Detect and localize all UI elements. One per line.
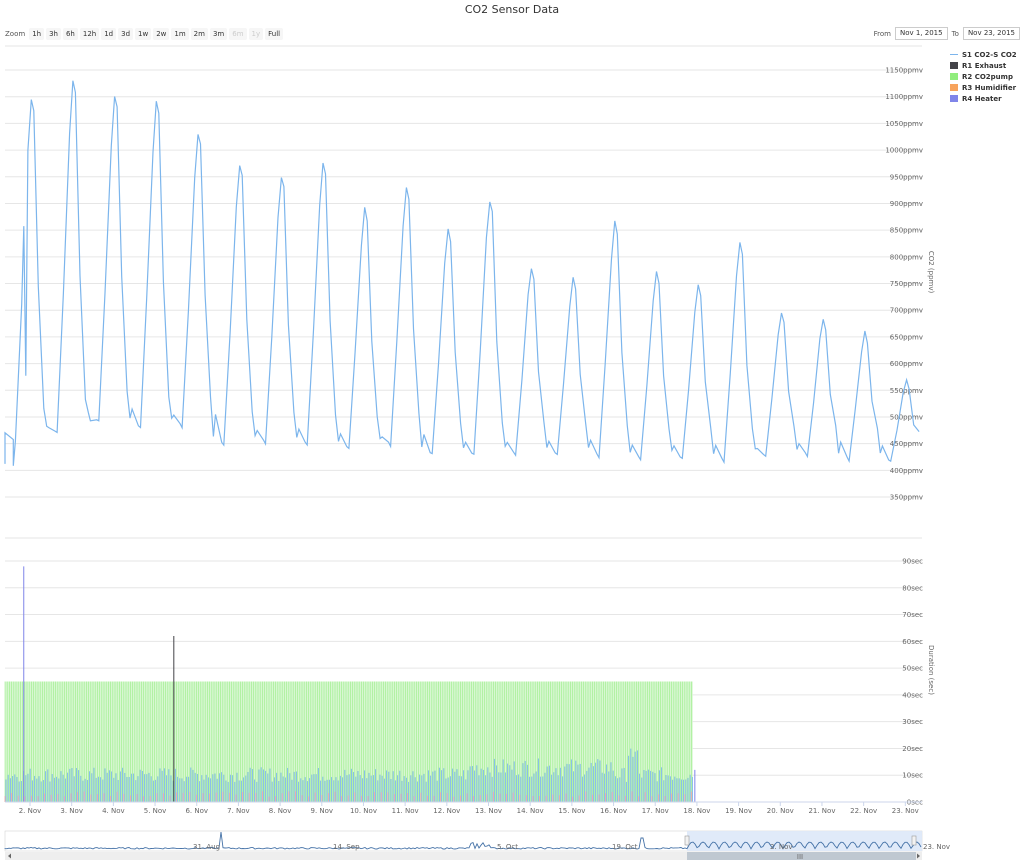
x-tick-label: 8. Nov [269, 807, 292, 815]
x-tick-label: 15. Nov [558, 807, 585, 815]
navigator[interactable]: 31. Aug 14. Sep 5. Oct 19. Oct 2. Nov 23. Nov… [4, 830, 950, 861]
y-tick-label: 70sec [902, 611, 923, 619]
x-tick-label: 5. Nov [144, 807, 167, 815]
y-tick-label: 700ppmv [890, 307, 923, 315]
y-tick-label: 550ppmv [890, 387, 923, 395]
x-tick-label: 23. Nov [892, 807, 919, 815]
x-tick-label: 3. Nov [60, 807, 83, 815]
x-tick-label: 16. Nov [600, 807, 627, 815]
x-tick-label: 19. Nov [725, 807, 752, 815]
y-tick-label: 20sec [902, 745, 923, 753]
y-tick-label: 10sec [902, 772, 923, 780]
chart-canvas: 1150ppmv 1100ppmv 1050ppmv 1000ppmv 950ppmv 9… [4, 45, 950, 861]
x-tick-label: 22. Nov [850, 807, 877, 815]
navigator-label: 31. Aug [193, 843, 220, 851]
navigator-label: 23. Nov [923, 843, 950, 851]
navigator-handle-right [911, 835, 917, 846]
x-tick-label: 14. Nov [517, 807, 544, 815]
navigator-label: 14. Sep [333, 843, 360, 851]
x-tick-label: 17. Nov [642, 807, 669, 815]
navigator-handle-left [684, 835, 690, 846]
x-tick-label: 11. Nov [392, 807, 419, 815]
y-tick-label: 900ppmv [890, 200, 923, 208]
x-tick-label: 6. Nov [185, 807, 208, 815]
x-tick-label: 7. Nov [227, 807, 250, 815]
x-axis: 2. Nov 3. Nov 4. Nov 5. Nov 6. Nov 7. Nov 8. N… [19, 802, 919, 815]
y-tick-label: 1150ppmv [885, 67, 923, 75]
x-tick-label: 2. Nov [19, 807, 42, 815]
y-tick-label: 850ppmv [890, 227, 923, 235]
y-tick-label: 1050ppmv [885, 120, 923, 128]
x-tick-label: 4. Nov [102, 807, 125, 815]
x-tick-label: 18. Nov [683, 807, 710, 815]
x-tick-label: 20. Nov [767, 807, 794, 815]
x-tick-label: 21. Nov [808, 807, 835, 815]
y-tick-label: 1000ppmv [885, 147, 923, 155]
navigator-label: 5. Oct [497, 843, 518, 851]
y-tick-label: 80sec [902, 584, 923, 592]
co2-series-line [4, 80, 920, 466]
navigator-label: 19. Oct [612, 843, 638, 851]
y-tick-label: 40sec [902, 691, 923, 699]
y-axis-title: Duration (sec) [927, 645, 935, 695]
y-tick-label: 60sec [902, 638, 923, 646]
y-tick-label: 30sec [902, 718, 923, 726]
y-tick-label: 90sec [902, 558, 923, 566]
x-tick-label: 10. Nov [350, 807, 377, 815]
y-tick-label: 650ppmv [890, 333, 923, 341]
y-tick-label: 950ppmv [890, 173, 923, 181]
navigator-label: 2. Nov [770, 843, 793, 851]
y-tick-label: 600ppmv [890, 360, 923, 368]
y-tick-label: 750ppmv [890, 280, 923, 288]
y-axis-title: CO2 (ppmv) [927, 251, 935, 294]
y-tick-label: 500ppmv [890, 413, 923, 421]
scrollbar-grip: III [797, 853, 803, 861]
x-tick-label: 12. Nov [433, 807, 460, 815]
y-tick-label: 800ppmv [890, 253, 923, 261]
y-tick-label: 350ppmv [890, 494, 923, 502]
y-tick-label: 50sec [902, 665, 923, 673]
relay-duration-chart: 90sec 80sec 70sec 60sec 50sec 40sec 30sec 20sec… [4, 537, 935, 807]
y-tick-label: 400ppmv [890, 467, 923, 475]
y-tick-label: 1100ppmv [885, 93, 923, 101]
x-tick-label: 13. Nov [475, 807, 502, 815]
x-tick-label: 9. Nov [310, 807, 333, 815]
co2-chart: 1150ppmv 1100ppmv 1050ppmv 1000ppmv 950ppmv 9… [4, 45, 935, 502]
